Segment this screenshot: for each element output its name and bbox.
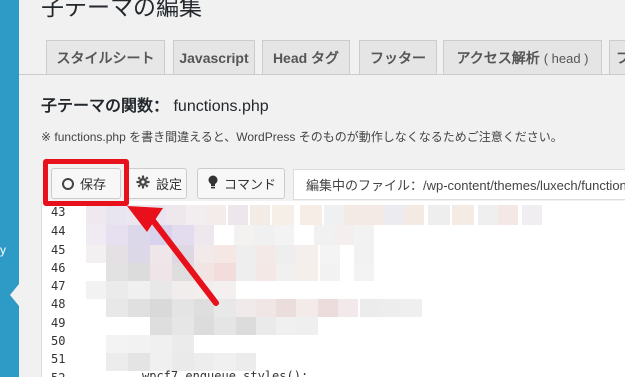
main-content: 子テーマの編集 スタイルシート Javascript Head タグ フッター …	[19, 0, 625, 377]
annotation-arrow	[127, 206, 219, 306]
sidebar-current-indicator	[10, 284, 19, 306]
sidebar-menu-fragment[interactable]: y	[0, 243, 19, 257]
admin-sidebar: y	[0, 0, 19, 377]
